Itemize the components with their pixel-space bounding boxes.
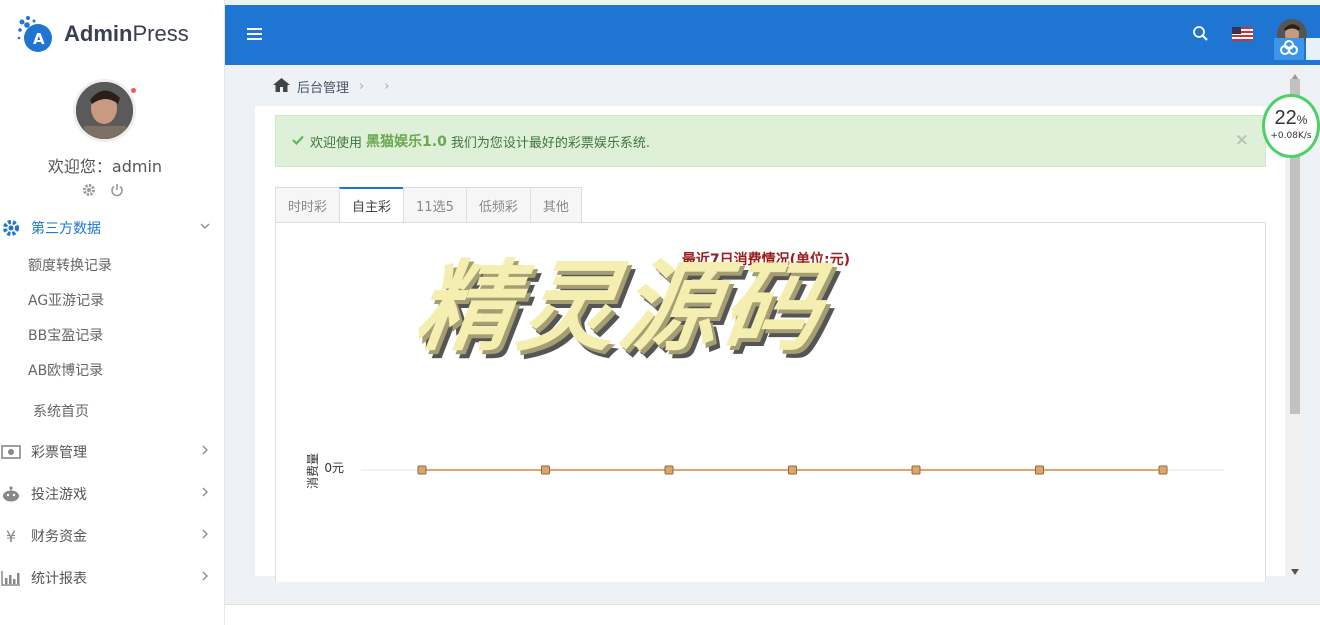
check-icon bbox=[292, 134, 304, 149]
menu-lottery-management[interactable]: 彩票管理 bbox=[0, 440, 224, 464]
chart-data-point[interactable] bbox=[417, 465, 427, 475]
chart-y-axis-label: 消费量 bbox=[306, 453, 320, 489]
cloud-extension-icon[interactable] bbox=[1274, 38, 1304, 60]
scroll-down-arrow-icon[interactable] bbox=[1291, 564, 1299, 579]
breadcrumb: 后台管理 › › bbox=[273, 77, 389, 96]
brand-logo[interactable]: A AdminPress bbox=[16, 14, 189, 54]
power-icon[interactable] bbox=[110, 183, 124, 201]
top-navbar bbox=[225, 5, 1320, 65]
brand-name: AdminPress bbox=[64, 21, 189, 46]
welcome-alert: 欢迎使用 黑猫娱乐1.0 我们为您设计最好的彩票娱乐系统. × bbox=[275, 115, 1266, 167]
breadcrumb-separator: › bbox=[384, 79, 390, 94]
menu-reports[interactable]: 统计报表 bbox=[0, 566, 224, 590]
tab-other[interactable]: 其他 bbox=[529, 187, 582, 223]
breadcrumb-home[interactable]: 后台管理 bbox=[297, 77, 349, 96]
chevron-right-icon bbox=[199, 444, 211, 460]
speed-percent: 22 bbox=[1274, 107, 1297, 129]
lottery-tabs: 时时彩 自主彩 11选5 低频彩 其他 bbox=[275, 187, 582, 223]
chevron-down-icon bbox=[199, 220, 211, 236]
bottom-status-bar bbox=[225, 604, 1320, 625]
chevron-right-icon bbox=[199, 570, 211, 586]
chart-series bbox=[417, 465, 1168, 475]
chart-data-point[interactable] bbox=[1035, 465, 1044, 475]
chevron-right-icon bbox=[199, 486, 211, 502]
logo-icon: A bbox=[16, 14, 54, 54]
welcome-text: 欢迎您：admin bbox=[47, 157, 163, 176]
alert-close-button[interactable]: × bbox=[1235, 130, 1249, 150]
user-tools bbox=[82, 183, 124, 201]
watermark-text: 精灵源码 bbox=[408, 251, 833, 365]
chart-data-point[interactable] bbox=[664, 465, 674, 475]
us-flag-icon[interactable] bbox=[1232, 27, 1253, 45]
chart-data-point[interactable] bbox=[911, 465, 921, 475]
extension-tab[interactable] bbox=[1306, 38, 1320, 60]
bar-chart-icon bbox=[0, 570, 24, 586]
menu-finance[interactable]: ¥ 财务资金 bbox=[0, 524, 224, 548]
yen-icon: ¥ bbox=[5, 526, 17, 546]
submenu-item-ab-records[interactable]: AB欧博记录 bbox=[28, 360, 103, 380]
reddit-alien-icon bbox=[0, 485, 24, 503]
avatar[interactable] bbox=[73, 79, 136, 142]
tab-ssc[interactable]: 时时彩 bbox=[275, 187, 340, 223]
submenu-item-ag-records[interactable]: AG亚游记录 bbox=[28, 290, 104, 310]
gear-icon bbox=[0, 219, 24, 237]
speed-rate: +0.08K/s bbox=[1270, 131, 1312, 141]
search-icon[interactable] bbox=[1192, 25, 1209, 46]
chart-y-tick-label: 0元 bbox=[324, 461, 344, 475]
submenu-item-bb-records[interactable]: BB宝盈记录 bbox=[28, 325, 103, 345]
settings-gear-icon[interactable] bbox=[82, 183, 96, 201]
sidebar-item-home[interactable]: 系统首页 bbox=[33, 401, 89, 421]
sidebar: A AdminPress 欢迎您：admin 第三方数据 额度转换记录 AG亚游… bbox=[0, 0, 225, 625]
tab-11x5[interactable]: 11选5 bbox=[403, 187, 466, 223]
tab-self-lottery[interactable]: 自主彩 bbox=[339, 187, 404, 223]
breadcrumb-separator: › bbox=[359, 79, 365, 94]
submenu-item-quota-transfer[interactable]: 额度转换记录 bbox=[28, 255, 112, 275]
chart-data-point[interactable] bbox=[1158, 465, 1168, 475]
chart-data-point[interactable] bbox=[788, 465, 797, 475]
money-icon bbox=[0, 445, 24, 459]
tab-low-frequency[interactable]: 低频彩 bbox=[465, 187, 530, 223]
menu-betting-games[interactable]: 投注游戏 bbox=[0, 482, 224, 506]
svg-text:A: A bbox=[33, 30, 45, 48]
chart-data-point[interactable] bbox=[541, 465, 550, 475]
alert-brand: 黑猫娱乐1.0 bbox=[366, 134, 447, 150]
network-speed-widget[interactable]: 22% +0.08K/s bbox=[1262, 94, 1320, 158]
home-icon[interactable] bbox=[273, 77, 290, 96]
hamburger-menu-icon[interactable] bbox=[247, 27, 263, 45]
menu-thirdparty-data[interactable]: 第三方数据 bbox=[0, 216, 224, 240]
online-status-dot bbox=[129, 86, 138, 95]
chevron-right-icon bbox=[199, 528, 211, 544]
